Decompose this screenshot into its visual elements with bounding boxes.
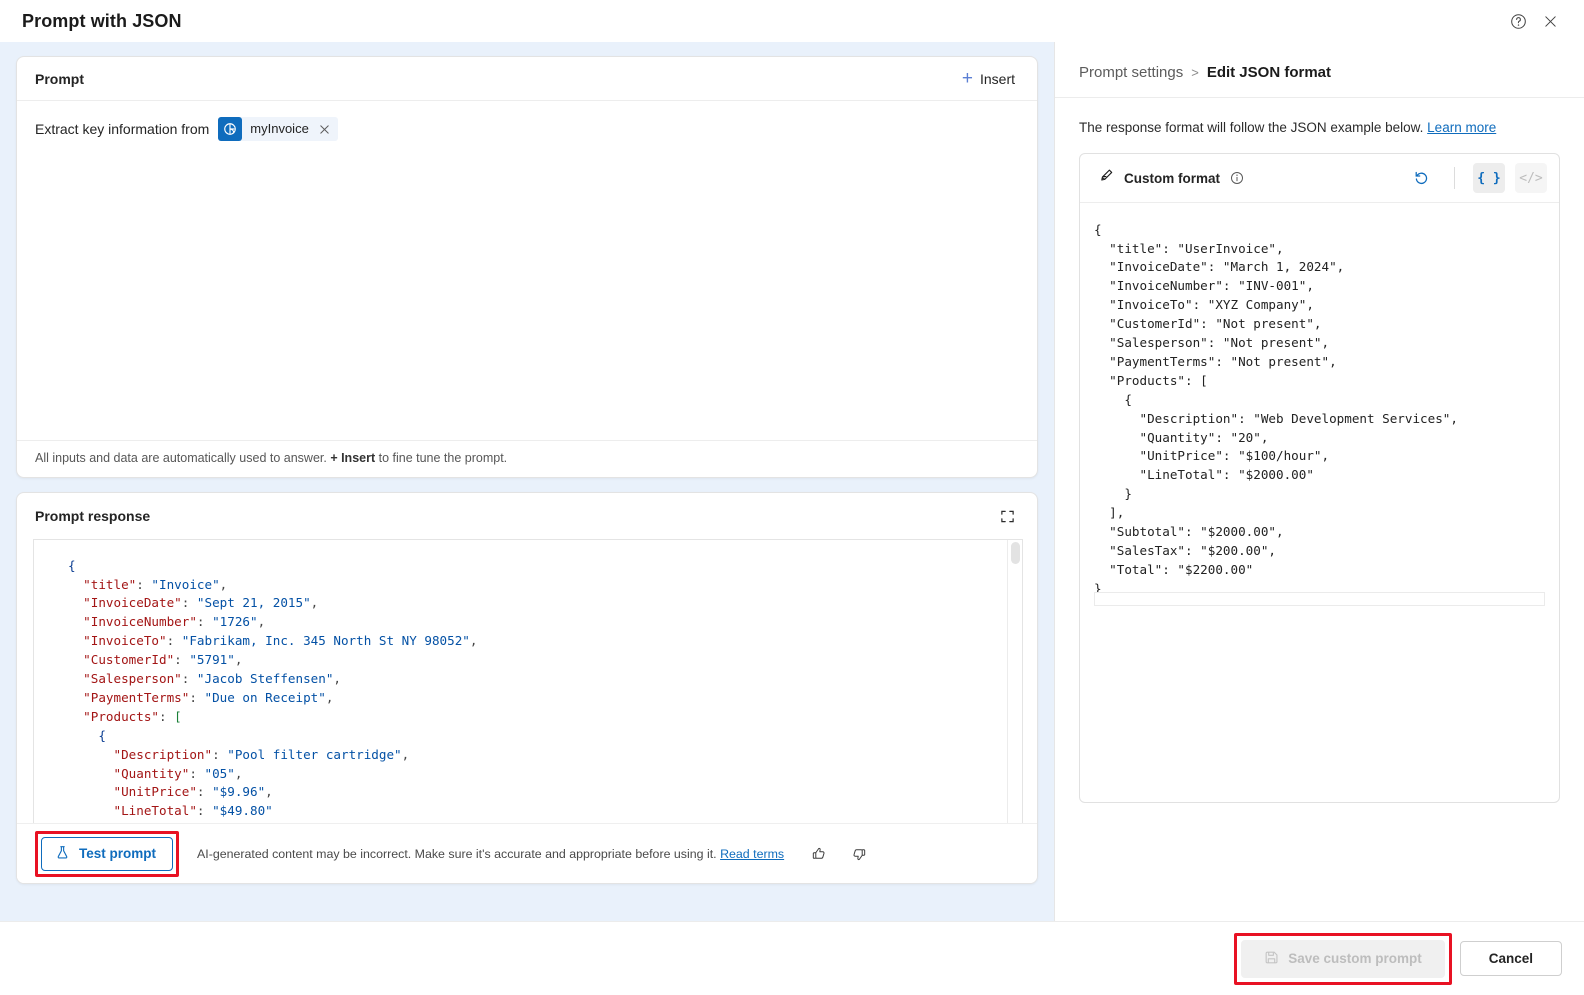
prompt-card-title: Prompt (35, 70, 84, 87)
prompt-helper-before: All inputs and data are automatically us… (35, 451, 331, 465)
prompt-response-title: Prompt response (35, 508, 151, 524)
response-code-scroll: { "title": "Invoice", "InvoiceDate": "Se… (34, 540, 1022, 823)
prompt-response-card: Prompt response { "title": "Invoice", "I… (16, 492, 1038, 884)
test-prompt-label: Test prompt (79, 846, 156, 861)
prompt-text: Extract key information from (35, 121, 210, 137)
ai-disclaimer-text: AI-generated content may be incorrect. M… (197, 846, 717, 861)
insert-button[interactable]: + Insert (954, 64, 1023, 93)
ai-disclaimer: AI-generated content may be incorrect. M… (197, 847, 784, 861)
prompt-response-header: Prompt response (17, 493, 1037, 539)
custom-format-title: Custom format (1124, 170, 1221, 186)
pen-edit-icon (1098, 168, 1114, 189)
prompt-helper-bold: + Insert (330, 451, 376, 465)
learn-more-link[interactable]: Learn more (1427, 120, 1496, 135)
test-prompt-button[interactable]: Test prompt (41, 836, 173, 871)
scrollbar-thumb[interactable] (1011, 542, 1020, 564)
chip-label: myInvoice (250, 121, 309, 136)
dialog-titlebar: Prompt with JSON (0, 0, 1584, 42)
code-view-toggle: </> (1515, 163, 1547, 193)
beaker-icon (55, 845, 70, 863)
save-custom-prompt-label: Save custom prompt (1288, 951, 1422, 966)
dialog-body: Prompt + Insert Extract key information … (0, 42, 1584, 995)
prompt-editor[interactable]: Extract key information from myInvoice (17, 101, 1037, 440)
response-code-viewer[interactable]: { "title": "Invoice", "InvoiceDate": "Se… (33, 539, 1023, 823)
breadcrumb-parent[interactable]: Prompt settings (1079, 64, 1183, 81)
dialog-cancel-button[interactable]: Cancel (1459, 941, 1562, 976)
editor-horizontal-scrollbar[interactable] (1094, 592, 1545, 607)
save-button-highlight: Save custom prompt (1234, 932, 1452, 985)
format-description: The response format will follow the JSON… (1055, 98, 1584, 135)
toolbar-divider (1454, 167, 1455, 189)
prompt-text-line: Extract key information from myInvoice (35, 117, 1019, 141)
custom-format-card: Custom format { } </> {"title": "UserIn… (1079, 153, 1560, 803)
prompt-helper-after: to fine tune the prompt. (375, 451, 508, 465)
breadcrumb: Prompt settings > Edit JSON format (1079, 64, 1560, 81)
help-circle-icon[interactable] (1502, 5, 1534, 37)
custom-format-json-code: { "title": "UserInvoice", "InvoiceDate":… (1094, 221, 1458, 596)
right-pane: Prompt settings > Edit JSON format The r… (1054, 42, 1584, 995)
format-description-text: The response format will follow the JSON… (1079, 120, 1424, 135)
right-pane-header: Prompt settings > Edit JSON format (1055, 42, 1584, 98)
response-vertical-scrollbar[interactable] (1007, 540, 1022, 823)
response-json-code: { "title": "Invoice", "InvoiceDate": "Se… (68, 557, 478, 823)
prompt-input-chip[interactable]: myInvoice (218, 117, 338, 141)
page-title: Prompt with JSON (22, 10, 182, 31)
reset-undo-icon[interactable] (1406, 163, 1436, 193)
save-custom-prompt-button[interactable]: Save custom prompt (1241, 939, 1445, 978)
prompt-card-header: Prompt + Insert (17, 57, 1037, 101)
save-disk-icon (1264, 950, 1279, 968)
breadcrumb-current: Edit JSON format (1206, 64, 1331, 81)
json-view-toggle[interactable]: { } (1473, 163, 1505, 193)
custom-format-toolbar: Custom format { } </> (1080, 154, 1559, 202)
info-circle-icon[interactable] (1230, 171, 1244, 185)
dialog-footer: Save custom prompt Cancel (0, 921, 1584, 995)
expand-fullscreen-icon[interactable] (993, 502, 1021, 530)
chevron-right-icon: > (1191, 65, 1199, 80)
prompt-response-footer: Test prompt AI-generated content may be … (17, 823, 1037, 883)
test-prompt-highlight: Test prompt (35, 830, 179, 877)
left-pane: Prompt + Insert Extract key information … (0, 42, 1054, 995)
read-terms-link[interactable]: Read terms (720, 847, 784, 861)
prompt-card: Prompt + Insert Extract key information … (16, 56, 1038, 478)
thumb-dislike-icon[interactable] (846, 841, 872, 867)
thumb-like-icon[interactable] (806, 841, 832, 867)
insert-button-label: Insert (979, 70, 1015, 87)
feedback-controls (806, 841, 872, 867)
chip-remove-icon[interactable] (316, 120, 334, 138)
custom-format-editor[interactable]: { "title": "UserInvoice", "InvoiceDate":… (1080, 202, 1559, 802)
prompt-helper-text: All inputs and data are automatically us… (17, 440, 1037, 477)
close-icon[interactable] (1534, 5, 1566, 37)
plus-icon: + (961, 68, 973, 89)
dataset-icon (218, 117, 243, 141)
